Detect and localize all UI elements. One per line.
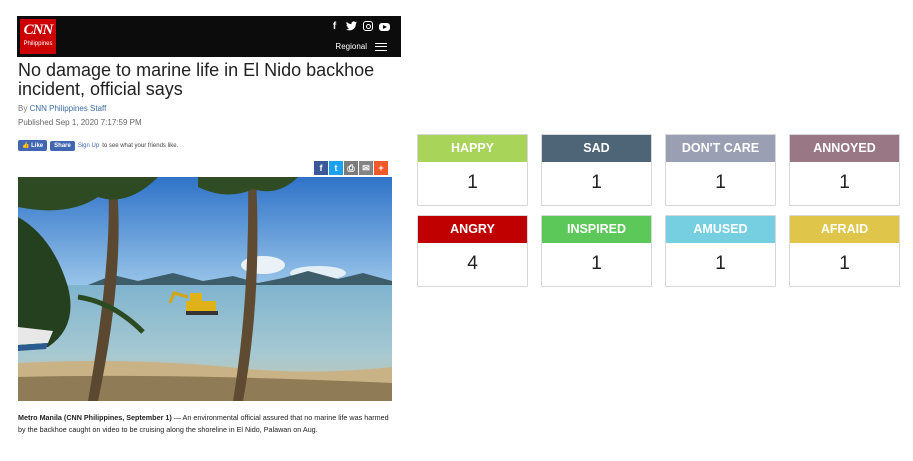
print-icon[interactable]: ⎙ [344, 161, 358, 175]
plus-icon[interactable]: + [374, 161, 388, 175]
site-header: CNN Philippines f Regional [17, 16, 401, 57]
byline: By CNN Philippines Staff [18, 104, 106, 113]
facebook-icon[interactable]: f [314, 161, 328, 175]
facebook-icon[interactable]: f [329, 21, 340, 32]
reaction-card[interactable]: AFRAID 1 [789, 215, 900, 287]
article-lede: Metro Manila (CNN Philippines, September… [18, 412, 398, 436]
twitter-icon[interactable] [346, 21, 357, 32]
author-link[interactable]: CNN Philippines Staff [30, 104, 107, 113]
region-menu[interactable]: Regional [335, 42, 387, 51]
youtube-icon[interactable] [379, 23, 390, 31]
logo-subtext: Philippines [23, 41, 53, 47]
instagram-icon[interactable] [363, 21, 373, 31]
logo-text: CNN [23, 22, 54, 38]
fb-share-button[interactable]: Share [50, 140, 75, 151]
fb-text: to see what your friends like. [102, 142, 179, 149]
reaction-card[interactable]: DON'T CARE 1 [665, 134, 776, 206]
reaction-label[interactable]: ANGRY [418, 216, 527, 243]
reaction-label[interactable]: DON'T CARE [666, 135, 775, 162]
reaction-label[interactable]: INSPIRED [542, 216, 651, 243]
article-photo [18, 177, 392, 401]
reaction-label[interactable]: ANNOYED [790, 135, 899, 162]
reaction-count: 1 [591, 172, 602, 193]
twitter-icon[interactable]: t [329, 161, 343, 175]
share-toolbar: f t ⎙ ✉ + [314, 161, 388, 175]
reaction-count: 1 [591, 253, 602, 274]
reaction-label[interactable]: SAD [542, 135, 651, 162]
reaction-card[interactable]: ANNOYED 1 [789, 134, 900, 206]
region-label[interactable]: Regional [335, 42, 367, 51]
lede-dateline: Metro Manila (CNN Philippines, September… [18, 413, 172, 422]
reaction-count: 1 [715, 172, 726, 193]
reaction-count: 1 [715, 253, 726, 274]
reaction-card[interactable]: HAPPY 1 [417, 134, 528, 206]
fb-like-button[interactable]: 👍 Like [18, 140, 48, 151]
reaction-count: 1 [467, 172, 478, 193]
reaction-label[interactable]: HAPPY [418, 135, 527, 162]
reaction-label[interactable]: AMUSED [666, 216, 775, 243]
article-title: No damage to marine life in El Nido back… [18, 60, 375, 99]
social-links: f [329, 21, 390, 32]
cnn-philippines-logo[interactable]: CNN Philippines [20, 19, 56, 54]
email-icon[interactable]: ✉ [359, 161, 373, 175]
reaction-card[interactable]: INSPIRED 1 [541, 215, 652, 287]
reaction-card[interactable]: SAD 1 [541, 134, 652, 206]
reaction-card[interactable]: ANGRY 4 [417, 215, 528, 287]
hamburger-menu-icon[interactable] [375, 42, 387, 51]
facebook-like-widget: 👍 Like Share Sign Up to see what your fr… [18, 140, 178, 151]
byline-prefix: By [18, 104, 30, 113]
fb-signup-link[interactable]: Sign Up [78, 143, 99, 149]
reaction-count: 4 [467, 253, 478, 274]
reaction-card[interactable]: AMUSED 1 [665, 215, 776, 287]
fb-like-label: Like [31, 143, 44, 149]
reaction-count: 1 [839, 172, 850, 193]
reaction-label[interactable]: AFRAID [790, 216, 899, 243]
published-date: Published Sep 1, 2020 7:17:59 PM [18, 118, 142, 127]
reaction-count: 1 [839, 253, 850, 274]
